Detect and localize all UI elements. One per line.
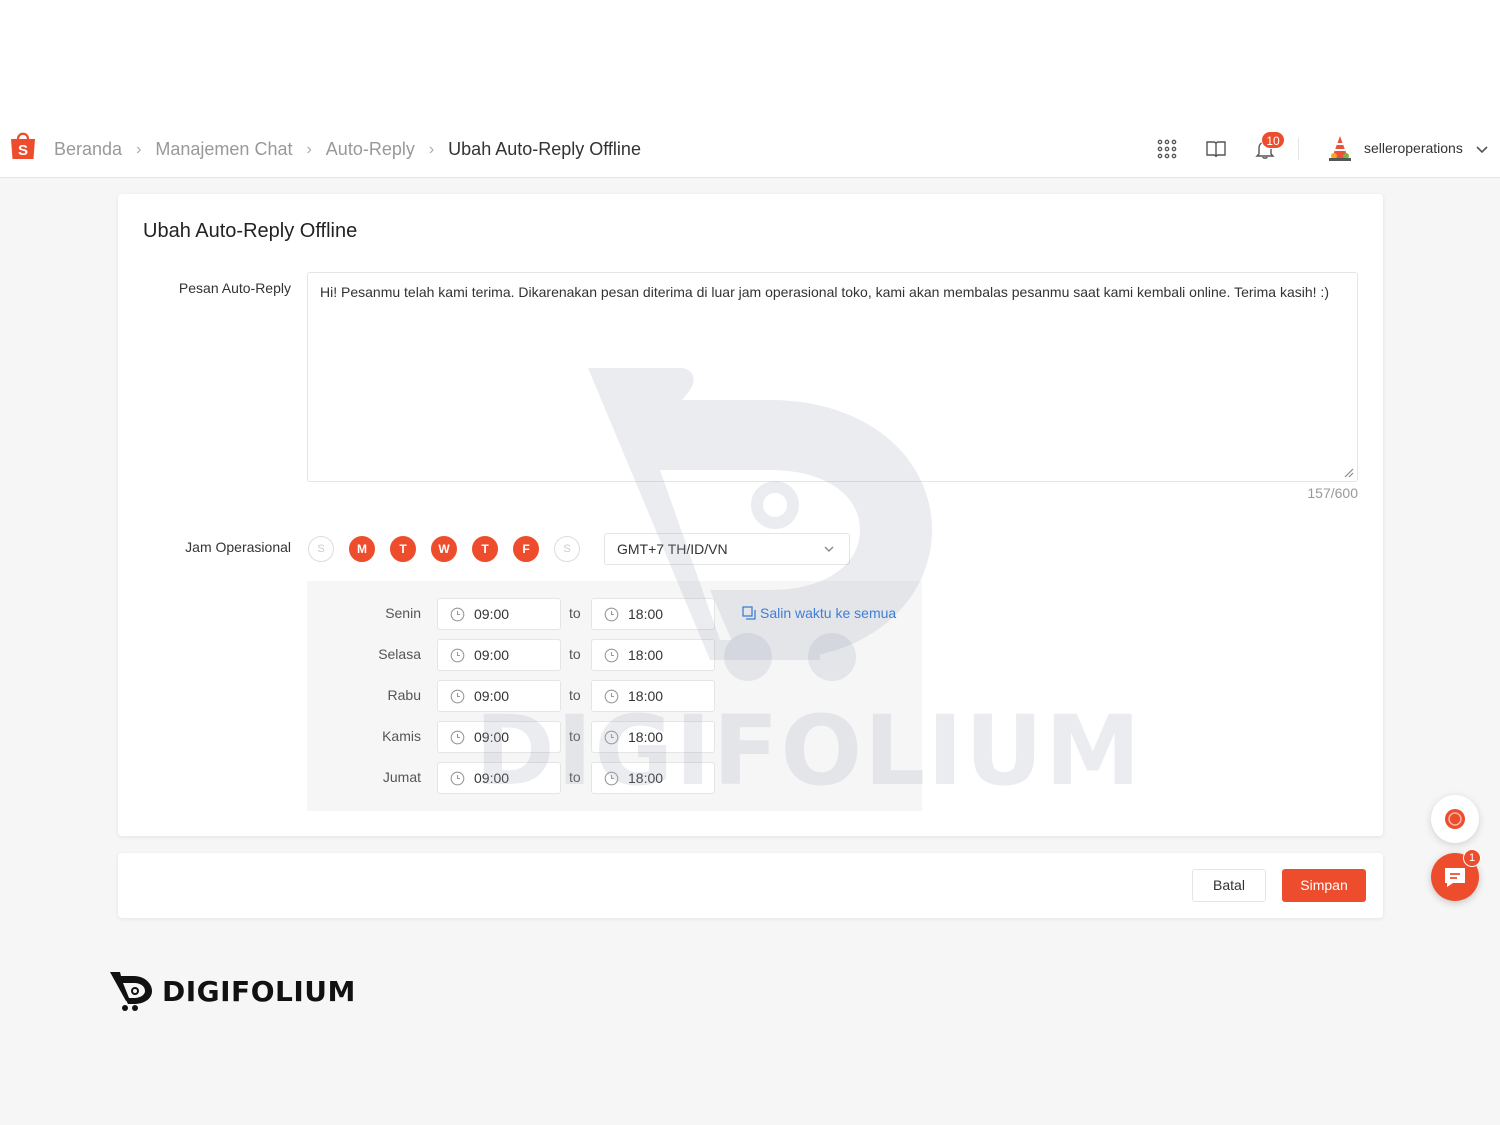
start-time-input[interactable]: 09:00	[437, 762, 561, 794]
clock-icon	[604, 648, 619, 663]
start-time-value: 09:00	[474, 688, 510, 704]
day-name: Kamis	[382, 728, 421, 744]
copy-icon	[742, 606, 756, 620]
start-time-value: 09:00	[474, 770, 510, 786]
character-counter: 157/600	[1307, 485, 1358, 501]
save-button[interactable]: Simpan	[1282, 869, 1366, 902]
action-bar: Batal Simpan	[118, 853, 1383, 918]
clock-icon	[450, 648, 465, 663]
end-time-value: 18:00	[628, 770, 664, 786]
breadcrumb-auto-reply[interactable]: Auto-Reply	[326, 139, 415, 160]
to-label: to	[569, 687, 581, 703]
clock-icon	[604, 607, 619, 622]
schedule-row: Jumat 09:00 to 18:00	[307, 762, 922, 794]
breadcrumb-current: Ubah Auto-Reply Offline	[448, 139, 641, 159]
day-name: Rabu	[387, 687, 421, 703]
day-toggle-thu[interactable]: T	[472, 536, 498, 562]
cancel-button[interactable]: Batal	[1192, 869, 1266, 902]
day-name: Jumat	[382, 769, 421, 785]
notification-badge: 10	[1261, 131, 1285, 149]
digifolium-logo-icon	[110, 972, 152, 1011]
shopee-logo-icon[interactable]: S	[9, 130, 37, 160]
chevron-down-icon[interactable]	[1475, 142, 1489, 156]
day-toggle-wed[interactable]: W	[431, 536, 457, 562]
end-time-input[interactable]: 18:00	[591, 762, 715, 794]
svg-text:S: S	[18, 142, 28, 159]
timezone-value: GMT+7 TH/ID/VN	[617, 541, 728, 557]
username[interactable]: selleroperations	[1364, 140, 1463, 156]
to-label: to	[569, 728, 581, 744]
auto-reply-message-input[interactable]	[307, 272, 1358, 482]
end-time-input[interactable]: 18:00	[591, 598, 715, 630]
message-label: Pesan Auto-Reply	[178, 280, 291, 296]
auto-reply-form-card: Ubah Auto-Reply Offline Pesan Auto-Reply…	[118, 194, 1383, 836]
brand-name: DIGIFOLIUM	[162, 974, 356, 1008]
schedule-panel: Senin 09:00 to 18:00 Salin waktu ke semu…	[307, 581, 922, 811]
to-label: to	[569, 646, 581, 662]
start-time-value: 09:00	[474, 606, 510, 622]
page-title: Ubah Auto-Reply Offline	[143, 220, 358, 242]
avatar[interactable]	[1326, 134, 1354, 162]
start-time-input[interactable]: 09:00	[437, 598, 561, 630]
book-icon[interactable]	[1205, 138, 1227, 160]
end-time-value: 18:00	[628, 647, 664, 663]
schedule-row: Rabu 09:00 to 18:00	[307, 680, 922, 712]
apps-grid-icon[interactable]	[1156, 138, 1178, 160]
end-time-value: 18:00	[628, 729, 664, 745]
day-toggle-mon[interactable]: M	[349, 536, 375, 562]
day-selector: S M T W T F S	[308, 536, 595, 562]
breadcrumb-home[interactable]: Beranda	[54, 139, 122, 160]
schedule-row: Senin 09:00 to 18:00 Salin waktu ke semu…	[307, 598, 922, 630]
copy-time-to-all-link[interactable]: Salin waktu ke semua	[742, 605, 896, 621]
end-time-value: 18:00	[628, 688, 664, 704]
end-time-input[interactable]: 18:00	[591, 680, 715, 712]
day-toggle-tue[interactable]: T	[390, 536, 416, 562]
start-time-input[interactable]: 09:00	[437, 680, 561, 712]
clock-icon	[604, 771, 619, 786]
end-time-input[interactable]: 18:00	[591, 721, 715, 753]
end-time-value: 18:00	[628, 606, 664, 622]
clock-icon	[450, 730, 465, 745]
clock-icon	[604, 689, 619, 704]
chat-badge: 1	[1463, 849, 1481, 867]
chevron-right-icon: ›	[428, 140, 435, 158]
chevron-down-icon	[824, 546, 834, 552]
day-toggle-sat[interactable]: S	[554, 536, 580, 562]
breadcrumb: Beranda › Manajemen Chat › Auto-Reply › …	[54, 139, 641, 160]
chevron-right-icon: ›	[136, 140, 142, 158]
resize-handle-icon[interactable]	[1344, 468, 1354, 478]
schedule-row: Selasa 09:00 to 18:00	[307, 639, 922, 671]
day-toggle-sun[interactable]: S	[308, 536, 334, 562]
top-navbar: S Beranda › Manajemen Chat › Auto-Reply …	[0, 118, 1500, 178]
clock-icon	[450, 607, 465, 622]
breadcrumb-chat-management[interactable]: Manajemen Chat	[155, 139, 292, 160]
clock-icon	[450, 689, 465, 704]
clock-icon	[450, 771, 465, 786]
assistant-float-button[interactable]	[1431, 795, 1479, 843]
to-label: to	[569, 769, 581, 785]
start-time-input[interactable]: 09:00	[437, 639, 561, 671]
start-time-value: 09:00	[474, 729, 510, 745]
start-time-input[interactable]: 09:00	[437, 721, 561, 753]
assistant-icon	[1445, 809, 1465, 829]
end-time-input[interactable]: 18:00	[591, 639, 715, 671]
to-label: to	[569, 605, 581, 621]
brand-logo: DIGIFOLIUM	[108, 970, 356, 1012]
top-blank-area	[0, 0, 1500, 118]
timezone-select[interactable]: GMT+7 TH/ID/VN	[604, 533, 850, 565]
operating-hours-label: Jam Operasional	[185, 539, 291, 555]
start-time-value: 09:00	[474, 647, 510, 663]
day-name: Senin	[385, 605, 421, 621]
divider	[1298, 138, 1299, 160]
chevron-right-icon: ›	[306, 140, 312, 158]
copy-link-label: Salin waktu ke semua	[760, 605, 897, 621]
day-toggle-fri[interactable]: F	[513, 536, 539, 562]
schedule-row: Kamis 09:00 to 18:00	[307, 721, 922, 753]
clock-icon	[604, 730, 619, 745]
day-name: Selasa	[378, 646, 421, 662]
